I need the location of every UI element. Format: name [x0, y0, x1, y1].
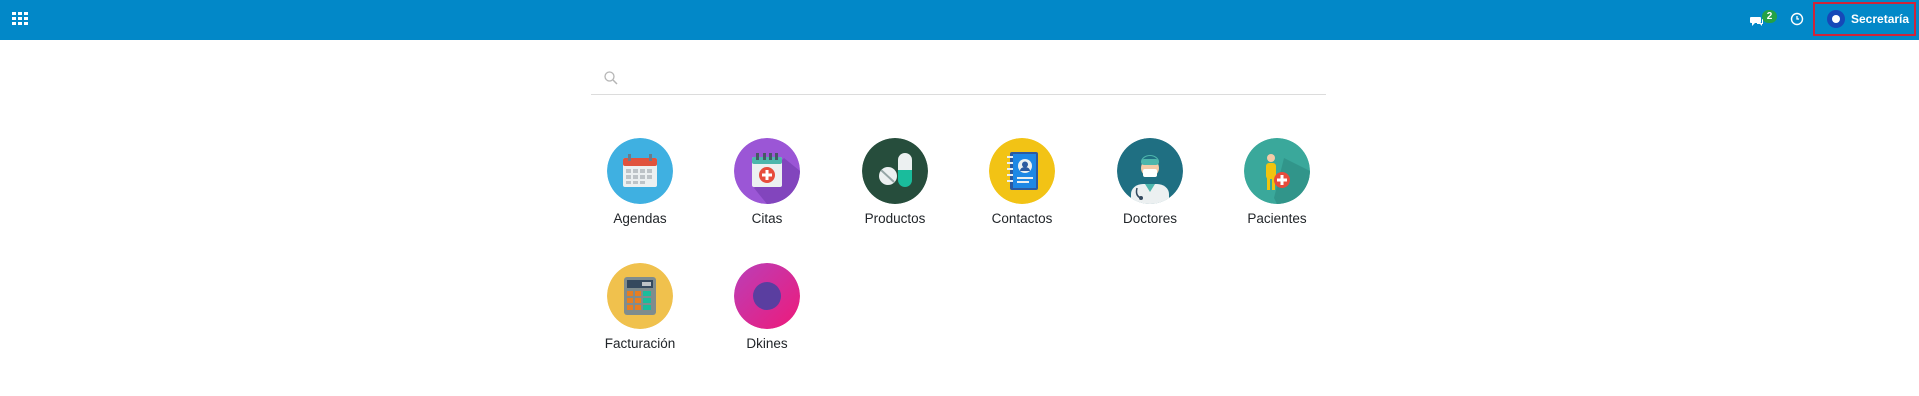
calculator-icon: [607, 263, 673, 329]
app-citas-circle: [734, 138, 800, 204]
pills-icon: [862, 138, 928, 204]
activities-button[interactable]: [1790, 12, 1804, 26]
search-icon: [604, 71, 618, 85]
app-label: Facturación: [604, 336, 676, 351]
clock-icon: [1790, 12, 1804, 26]
messages-button[interactable]: 2: [1750, 10, 1777, 29]
address-book-icon: [989, 138, 1055, 204]
messages-count-badge: 2: [1762, 10, 1777, 23]
app-doctores-circle: [1117, 138, 1183, 204]
app-agendas[interactable]: Agendas: [585, 138, 695, 226]
app-facturacion[interactable]: Facturación: [585, 263, 695, 351]
app-citas[interactable]: Citas: [712, 138, 822, 226]
top-navbar: 2 Secretaría: [0, 0, 1919, 40]
apps-search-bar: [591, 64, 1326, 95]
app-label: Agendas: [613, 211, 667, 226]
app-facturacion-circle: [607, 263, 673, 329]
app-dkines-circle: [734, 263, 800, 329]
app-productos-circle: [862, 138, 928, 204]
apps-grid-icon[interactable]: [12, 12, 28, 26]
appointment-calendar-icon: [734, 138, 800, 204]
patient-icon: [1244, 138, 1310, 204]
app-agendas-circle: [607, 138, 673, 204]
dkines-icon: [734, 263, 800, 329]
app-label: Doctores: [1122, 211, 1178, 226]
app-doctores[interactable]: Doctores: [1095, 138, 1205, 226]
app-contactos[interactable]: Contactos: [967, 138, 1077, 226]
user-menu[interactable]: Secretaría: [1813, 2, 1916, 36]
app-dkines[interactable]: Dkines: [712, 263, 822, 351]
doctor-icon: [1117, 138, 1183, 204]
user-name: Secretaría: [1851, 12, 1910, 26]
search-input[interactable]: [625, 68, 1319, 92]
app-pacientes-circle: [1244, 138, 1310, 204]
app-label: Dkines: [746, 336, 788, 351]
app-label: Pacientes: [1247, 211, 1307, 226]
calendar-icon: [607, 138, 673, 204]
app-label: Productos: [864, 211, 926, 226]
app-pacientes[interactable]: Pacientes: [1222, 138, 1332, 226]
app-contactos-circle: [989, 138, 1055, 204]
app-label: Contactos: [991, 211, 1053, 226]
user-avatar: [1827, 10, 1845, 28]
app-label: Citas: [751, 211, 783, 226]
app-productos[interactable]: Productos: [840, 138, 950, 226]
